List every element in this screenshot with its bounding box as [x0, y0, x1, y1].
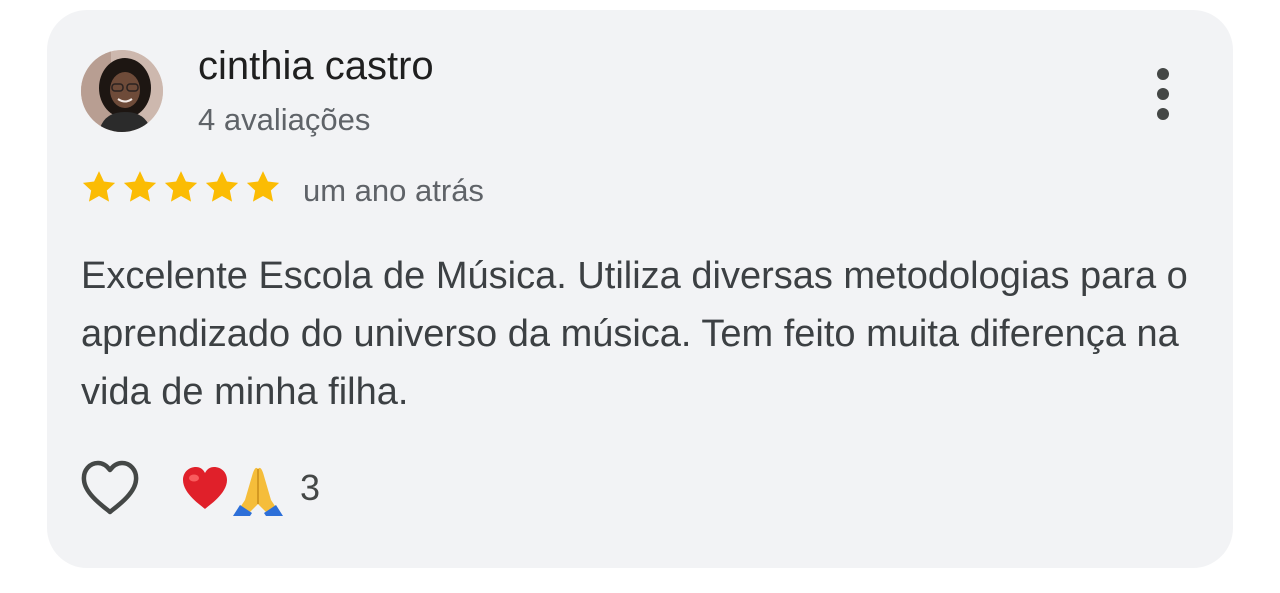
- star-icon: [163, 170, 199, 204]
- star-icon: [81, 170, 117, 204]
- red-heart-emoji-icon: [180, 463, 230, 513]
- reaction-count: 3: [300, 467, 321, 508]
- more-dot: [1157, 68, 1169, 80]
- star-icon: [204, 170, 240, 204]
- author-review-count: 4 avaliações: [198, 102, 371, 137]
- star-rating: [81, 170, 281, 204]
- author-name[interactable]: cinthia castro: [198, 44, 434, 89]
- more-dot: [1157, 108, 1169, 120]
- more-dot: [1157, 88, 1169, 100]
- review-text: Excelente Escola de Música. Utiliza dive…: [81, 255, 1188, 413]
- author-avatar[interactable]: [81, 50, 163, 132]
- more-options-icon[interactable]: [1143, 64, 1183, 124]
- heart-outline-icon[interactable]: [79, 458, 141, 518]
- star-icon: [122, 170, 158, 204]
- reactions-summary[interactable]: 3: [180, 460, 320, 516]
- folded-hands-emoji-icon: [230, 460, 286, 516]
- review-card: cinthia castro 4 avaliações um ano atrás…: [47, 10, 1233, 568]
- star-icon: [245, 170, 281, 204]
- review-time: um ano atrás: [303, 173, 484, 208]
